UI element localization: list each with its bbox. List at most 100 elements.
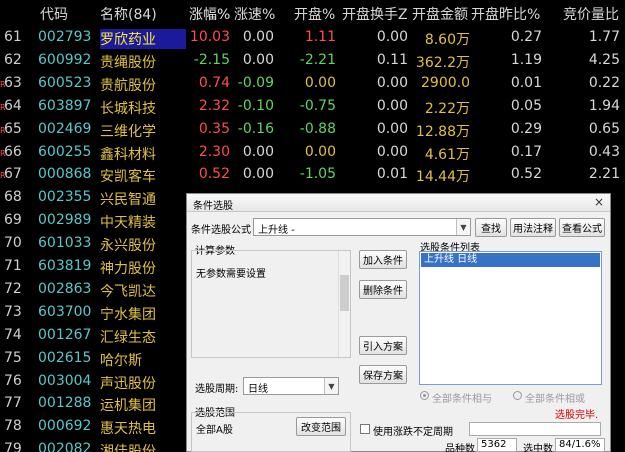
stock-code: 601033 [38,235,92,252]
open-amount: 8.60万 [424,32,470,48]
find-button[interactable]: 查找 [475,218,507,237]
bid-ratio: 0.43 [588,143,620,160]
view-formula-button[interactable]: 查看公式 [559,218,605,237]
use-limit-label: 使用涨跌不定周期 [373,427,453,438]
open-turnover: 0.00 [376,120,408,137]
open-amount: 362.2万 [415,54,470,71]
condition-list[interactable]: 上升线 日线 [419,251,602,385]
table-row[interactable]: 63 600523 贵航股份 0.74 R -0.09 0.00 0.00 2900.0 0.01… [0,72,625,95]
use-limit-checkbox[interactable] [360,424,370,434]
col-open-amount-header[interactable]: 开盘金额 [412,4,468,24]
stock-code: 001267 [38,326,92,343]
stock-name: 汇绿生态 [100,329,156,346]
stock-code: 000868 [38,166,92,183]
col-code-header[interactable]: 代码 [40,4,68,24]
stock-name: 永兴股份 [100,238,156,255]
chevron-down-icon[interactable]: ▼ [324,378,338,394]
dialog-title-bar[interactable]: 条件选股 × [187,194,610,212]
open-ratio: 0.29 [510,120,542,137]
stock-name: 长城科技 [100,100,156,117]
change-pct: -2.15 [193,51,230,68]
stock-code: 600255 [38,143,92,160]
add-condition-button[interactable]: 加入条件 [359,250,407,269]
open-turnover: 0.00 [376,97,408,114]
stock-code: 003004 [38,372,92,389]
import-plan-button[interactable]: 引入方案 [359,336,407,355]
radio-all-and-label: 全部条件相与 [432,394,492,405]
speed-pct: -0.10 [237,97,274,114]
col-open-ratio-header[interactable]: 开盘昨比% [471,4,540,24]
row-index: 69 [4,212,22,229]
row-index: 71 [4,258,22,274]
speed-pct: 0.00 [242,143,274,160]
open-pct: -2.21 [299,51,336,68]
table-row[interactable]: 65 002469 三维化学 0.35 R -0.16 -0.88 0.00 12.88万 0.2… [0,118,625,141]
open-pct: -1.05 [299,166,336,183]
row-index: 79 [4,441,22,452]
row-index: 66 [4,143,22,160]
col-open-turnover-header[interactable]: 开盘换手Z [342,4,408,24]
formula-value: 上升线 - [258,225,295,236]
usage-notes-button[interactable]: 用法注释 [510,218,556,237]
col-change-header[interactable]: 涨幅% [189,4,230,24]
table-row[interactable]: 62 600992 贵绳股份 -2.15 0.00 -2.21 0.11 362.2万 1.19… [0,49,625,72]
stock-screener-dialog: 条件选股 × 条件选股公式 上升线 - ▼ 查找 用法注释 查看公式 计算参数 … [186,193,611,452]
col-speed-header[interactable]: 涨速% [234,4,275,24]
row-index: 62 [4,51,22,68]
stock-code: 002082 [38,441,92,452]
close-icon[interactable]: × [594,195,604,209]
table-row[interactable]: 66 600255 鑫科材料 2.30 R 0.00 0.00 0.00 4.61万 0.17 0.… [0,141,625,164]
stock-code: 002615 [38,349,92,366]
scroll-thumb[interactable] [340,275,349,311]
dialog-title: 条件选股 [193,201,233,212]
open-ratio: 0.17 [510,143,542,160]
open-amount: 2.22万 [424,100,470,117]
range-value: 全部A股 [196,425,233,436]
radio-all-or-label: 全部条件相或 [525,394,585,405]
stock-name: 贵航股份 [100,77,156,94]
radio-all-or[interactable] [513,391,522,400]
change-pct: 0.35 [198,120,230,137]
table-row[interactable]: 64 603897 长城科技 2.32 R -0.10 -0.75 0.00 2.22万 0.05… [0,95,625,118]
stock-code: 001288 [38,395,92,412]
bid-ratio: 2.21 [588,166,620,183]
row-index: 72 [4,280,22,297]
selected-value: 84/1.6% [555,438,605,452]
stock-name: 今飞凯达 [100,283,156,300]
open-ratio: 0.52 [510,166,542,183]
open-pct: 1.11 [304,29,336,45]
col-open-header[interactable]: 开盘% [294,4,335,24]
row-index: 63 [4,74,22,91]
period-label: 选股周期: [195,384,239,395]
row-index: 76 [4,372,22,389]
chevron-down-icon[interactable]: ▼ [456,219,470,235]
change-range-button[interactable]: 改变范围 [296,417,346,436]
table-row[interactable]: 61 002793 罗欣药业 10.03 0.00 1.11 0.00 8.60万 0.27 1.… [0,26,625,49]
delete-condition-button[interactable]: 删除条件 [359,280,407,299]
stock-name: 安凯客车 [100,169,156,186]
row-index: 77 [4,395,22,412]
bid-ratio: 4.25 [588,51,620,68]
bid-ratio: 1.94 [588,97,620,114]
stock-name: 惠天热电 [100,421,156,438]
stock-code: 002863 [38,280,92,297]
params-scrollbar[interactable] [338,251,350,357]
speed-pct: 0.00 [242,51,274,68]
period-select[interactable]: 日线 ▼ [243,377,339,395]
radio-all-and[interactable] [420,391,429,400]
open-amount: 4.61万 [424,146,470,163]
col-bid-ratio-header[interactable]: 竞价量比 [563,4,619,24]
save-plan-button[interactable]: 保存方案 [359,365,407,384]
limit-period-field[interactable] [469,422,601,436]
stock-code: 603700 [38,303,92,320]
params-text: 无参数需要设置 [196,269,266,280]
stock-name: 运机集团 [100,398,156,415]
total-label: 品种数 [445,444,475,452]
col-name-header[interactable]: 名称(84) [100,4,157,24]
stock-code: 002793 [38,29,92,45]
condition-list-item[interactable]: 上升线 日线 [421,253,600,267]
formula-select[interactable]: 上升线 - ▼ [253,218,471,236]
stock-name: 声迅股份 [100,375,156,392]
stock-code: 603819 [38,258,92,274]
table-row[interactable]: 67 000868 安凯客车 0.52 R 0.00 -1.05 0.01 14.44万 0.52… [0,163,625,186]
